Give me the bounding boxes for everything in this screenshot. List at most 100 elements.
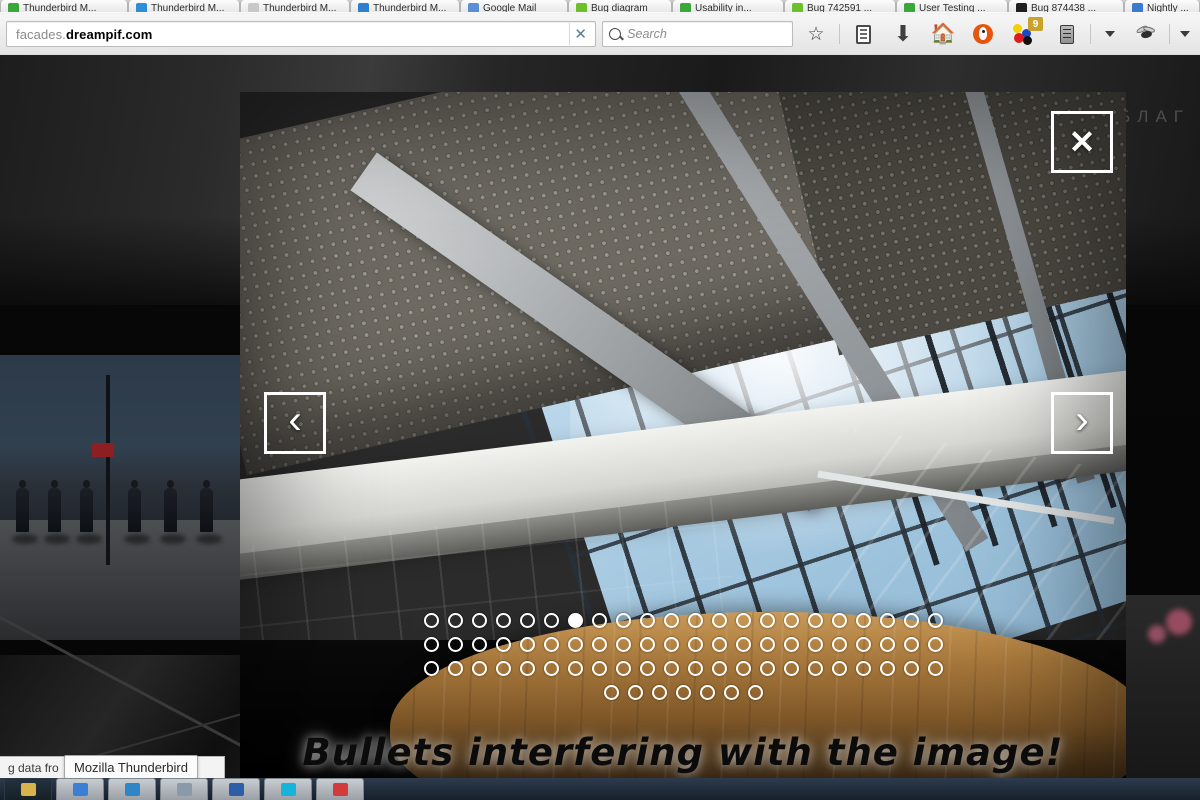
lightbox-bullet[interactable]	[515, 656, 539, 680]
lightbox-bullet[interactable]	[851, 608, 875, 632]
lightbox-bullet[interactable]	[539, 608, 563, 632]
fly-bug-icon[interactable]	[1129, 19, 1163, 49]
lightbox-bullet[interactable]	[731, 632, 755, 656]
lightbox-bullet[interactable]	[443, 608, 467, 632]
lightbox-bullet[interactable]	[563, 656, 587, 680]
lightbox-bullet[interactable]	[443, 656, 467, 680]
lightbox-bullet[interactable]	[611, 656, 635, 680]
lightbox-bullet[interactable]	[803, 632, 827, 656]
url-clear-button[interactable]: ✕	[569, 23, 591, 45]
lightbox-bullet[interactable]	[515, 632, 539, 656]
lightbox-next-button[interactable]: ›	[1051, 392, 1113, 454]
lightbox-prev-button[interactable]: ‹	[264, 392, 326, 454]
reader-clipboard-icon[interactable]	[846, 19, 880, 49]
lightbox-bullet[interactable]	[923, 608, 947, 632]
lightbox-bullet[interactable]	[539, 632, 563, 656]
lightbox-bullet[interactable]	[695, 680, 719, 704]
duckduckgo-icon[interactable]	[966, 19, 1000, 49]
lightbox-bullet[interactable]	[467, 608, 491, 632]
lightbox-bullet[interactable]	[827, 632, 851, 656]
lightbox-bullet[interactable]	[443, 632, 467, 656]
lightbox-bullet[interactable]	[587, 656, 611, 680]
lightbox-bullet[interactable]	[419, 632, 443, 656]
lightbox-bullet[interactable]	[755, 608, 779, 632]
lightbox-bullet-pagination[interactable]	[418, 608, 948, 704]
taskbar-item-window-blue[interactable]	[212, 778, 260, 800]
lightbox-bullet[interactable]	[683, 632, 707, 656]
taskbar[interactable]	[0, 778, 1200, 800]
gallery-thumb-right[interactable]	[1120, 595, 1200, 800]
lightbox-close-button[interactable]: ✕	[1051, 111, 1113, 173]
document-list-icon[interactable]	[1050, 19, 1084, 49]
lightbox-bullet[interactable]	[683, 608, 707, 632]
lightbox-bullet[interactable]	[827, 608, 851, 632]
lightbox-bullet[interactable]	[671, 680, 695, 704]
download-arrow-icon[interactable]: ⬇	[886, 19, 920, 49]
taskbar-item-firefox[interactable]	[56, 778, 104, 800]
lightbox-bullet[interactable]	[923, 656, 947, 680]
taskbar-item-thunderbird-blue[interactable]	[108, 778, 156, 800]
lightbox-bullet[interactable]	[683, 656, 707, 680]
lightbox-bullet[interactable]	[779, 656, 803, 680]
lightbox-bullet[interactable]	[779, 632, 803, 656]
lightbox-bullet[interactable]	[491, 632, 515, 656]
lightbox-bullet[interactable]	[755, 656, 779, 680]
lightbox-bullet[interactable]	[419, 608, 443, 632]
lightbox-bullet[interactable]	[659, 608, 683, 632]
lightbox-bullet[interactable]	[743, 680, 767, 704]
gallery-thumb-people[interactable]	[0, 355, 240, 640]
lightbox-bullet[interactable]	[899, 608, 923, 632]
lightbox-bullet[interactable]	[659, 632, 683, 656]
bookmark-star-icon[interactable]: ☆	[799, 19, 833, 49]
lightbox-bullet[interactable]	[731, 608, 755, 632]
lightbox-bullet[interactable]	[899, 656, 923, 680]
lightbox-bullet[interactable]	[875, 656, 899, 680]
lightbox-bullet[interactable]	[599, 680, 623, 704]
lightbox-bullet[interactable]	[899, 632, 923, 656]
lightbox-bullet[interactable]	[467, 632, 491, 656]
lightbox-bullet[interactable]	[719, 680, 743, 704]
search-input[interactable]: Search	[627, 27, 667, 41]
overflow-chevron-icon[interactable]	[1176, 19, 1194, 49]
lightbox-bullet[interactable]	[851, 632, 875, 656]
lightbox-bullet[interactable]	[611, 608, 635, 632]
lightbox-bullet[interactable]	[707, 608, 731, 632]
lightbox-bullet[interactable]	[731, 656, 755, 680]
lightbox-bullet[interactable]	[611, 632, 635, 656]
lightbox-bullet[interactable]	[563, 632, 587, 656]
lightbox-bullet[interactable]	[467, 656, 491, 680]
lightbox-bullet[interactable]	[491, 656, 515, 680]
url-bar[interactable]: facades.dreampif.com ✕	[6, 21, 597, 47]
home-icon[interactable]: 🏠	[926, 19, 960, 49]
lightbox-bullet[interactable]	[515, 608, 539, 632]
lightbox-bullet[interactable]	[875, 632, 899, 656]
lightbox-bullet[interactable]	[635, 632, 659, 656]
lightbox-bullet[interactable]	[587, 608, 611, 632]
lightbox-bullet[interactable]	[623, 680, 647, 704]
lightbox-bullet[interactable]	[803, 656, 827, 680]
lightbox-bullet[interactable]	[419, 656, 443, 680]
lightbox-bullet[interactable]	[707, 632, 731, 656]
taskbar-item-pdf-red[interactable]	[316, 778, 364, 800]
taskbar-item-tools[interactable]	[160, 778, 208, 800]
lightbox-bullet[interactable]	[875, 608, 899, 632]
lightbox-bullet[interactable]	[827, 656, 851, 680]
taskbar-item-folder[interactable]	[4, 778, 52, 800]
lightbox-bullet[interactable]	[539, 656, 563, 680]
lightbox-bullet[interactable]	[779, 608, 803, 632]
lightbox-bullet[interactable]	[923, 632, 947, 656]
lightbox-bullet[interactable]	[647, 680, 671, 704]
search-bar[interactable]: Search	[602, 21, 793, 47]
lightbox-bullet[interactable]	[659, 656, 683, 680]
lightbox-bullet[interactable]	[803, 608, 827, 632]
taskbar-item-terminal[interactable]	[264, 778, 312, 800]
lightbox-bullet[interactable]	[707, 656, 731, 680]
lightbox-bullet[interactable]	[755, 632, 779, 656]
lightbox-bullet[interactable]	[491, 608, 515, 632]
lightbox-bullet[interactable]	[851, 656, 875, 680]
lightbox-bullet[interactable]	[587, 632, 611, 656]
lightbox-bullet[interactable]	[563, 608, 587, 632]
lightbox-bullet[interactable]	[635, 608, 659, 632]
lightbox-bullet[interactable]	[635, 656, 659, 680]
chevron-down-icon[interactable]	[1097, 19, 1123, 49]
